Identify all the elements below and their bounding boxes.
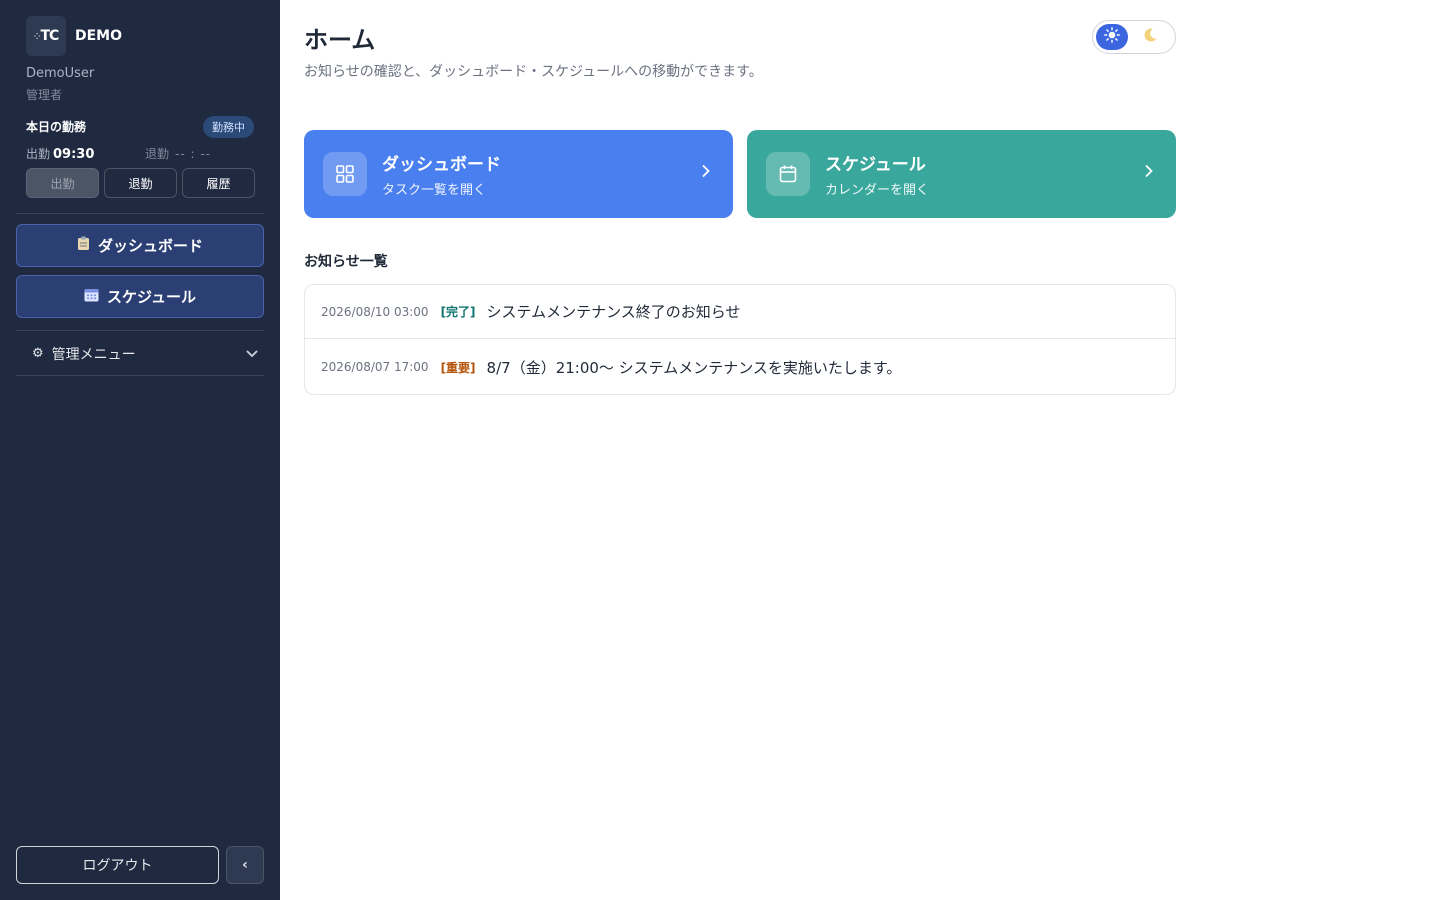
page-subtitle: お知らせの確認と、ダッシュボード・スケジュールへの移動ができます。 — [304, 64, 763, 80]
dashboard-card-title: ダッシュボード — [382, 155, 501, 175]
calendar-icon — [766, 152, 810, 196]
page-title: ホーム — [304, 26, 376, 54]
attendance-status-badge: 勤務中 — [203, 116, 254, 138]
schedule-card-subtitle: カレンダーを開く — [825, 183, 930, 198]
clock-out-button[interactable]: 退勤 — [104, 168, 177, 198]
chevron-right-icon — [1144, 162, 1154, 183]
nav-schedule-label: スケジュール — [107, 288, 196, 306]
dashboard-card-subtitle: タスク一覧を開く — [382, 183, 487, 198]
history-button[interactable]: 履歴 — [182, 168, 255, 198]
admin-menu-label: 管理メニュー — [51, 346, 136, 363]
light-mode-button[interactable] — [1096, 24, 1128, 50]
sun-icon — [1104, 27, 1120, 47]
gear-icon: ⚙ — [32, 346, 44, 361]
notices-list: 2026/08/10 03:00 [完了] システムメンテナンス終了のお知らせ … — [304, 284, 1176, 395]
theme-toggle[interactable] — [1092, 20, 1176, 54]
admin-menu-toggle[interactable]: ⚙ 管理メニュー — [16, 332, 264, 375]
nav-dashboard-button[interactable]: ダッシュボード — [16, 224, 264, 267]
notice-text: 8/7（金）21:00〜 システムメンテナンスを実施いたします。 — [486, 358, 902, 377]
notice-item[interactable]: 2026/08/10 03:00 [完了] システムメンテナンス終了のお知らせ — [305, 285, 1175, 339]
divider — [16, 375, 264, 376]
nav-schedule-button[interactable]: スケジュール — [16, 275, 264, 318]
attendance-title: 本日の勤務 — [26, 120, 87, 134]
dark-mode-button[interactable] — [1134, 24, 1166, 50]
notice-tag: [完了] — [440, 305, 476, 319]
sidebar: ⁘ TC DEMO DemoUser 管理者 本日の勤務 勤務中 出勤 09:30 … — [0, 0, 280, 900]
user-name: DemoUser — [26, 66, 95, 81]
collapse-sidebar-button[interactable]: ‹ — [226, 846, 264, 884]
clipboard-icon — [77, 236, 90, 255]
chevron-right-icon — [701, 162, 711, 183]
chevron-down-icon — [246, 347, 258, 361]
dashboard-card[interactable]: ダッシュボード タスク一覧を開く — [304, 130, 733, 218]
divider — [16, 330, 264, 331]
notice-tag: [重要] — [440, 360, 476, 375]
clock-in-label: 出勤 — [26, 147, 51, 161]
nav-dashboard-label: ダッシュボード — [97, 237, 203, 255]
logout-button[interactable]: ログアウト — [16, 846, 219, 884]
calendar-icon — [84, 288, 99, 306]
clock-out-label: 退勤 — [145, 147, 170, 161]
clock-out-time: 退勤 -- : -- — [145, 145, 211, 162]
logo-text: TC — [40, 28, 59, 44]
brand[interactable]: ⁘ TC DEMO — [26, 16, 122, 56]
clock-in-button[interactable]: 出勤 — [26, 168, 99, 198]
clock-out-value: -- : -- — [175, 147, 212, 161]
clock-in-time: 出勤 09:30 — [26, 145, 94, 162]
notice-item[interactable]: 2026/08/07 17:00 [重要] 8/7（金）21:00〜 システムメ… — [305, 340, 1175, 394]
notice-date: 2026/08/10 03:00 — [321, 304, 429, 319]
schedule-card[interactable]: スケジュール カレンダーを開く — [747, 130, 1176, 218]
moon-icon — [1142, 27, 1158, 47]
divider — [16, 213, 264, 214]
brand-name: DEMO — [75, 28, 123, 44]
attendance-buttons: 出勤 退勤 履歴 — [26, 168, 255, 198]
notices-heading: お知らせ一覧 — [304, 254, 388, 270]
notice-date: 2026/08/07 17:00 — [321, 360, 429, 374]
clock-in-value: 09:30 — [53, 147, 95, 162]
grid-icon — [323, 152, 367, 196]
user-role: 管理者 — [26, 88, 63, 102]
app-logo: ⁘ TC — [26, 16, 66, 56]
notice-text: システムメンテナンス終了のお知らせ — [486, 303, 741, 321]
chevron-left-icon: ‹ — [242, 857, 248, 873]
schedule-card-title: スケジュール — [825, 155, 926, 175]
